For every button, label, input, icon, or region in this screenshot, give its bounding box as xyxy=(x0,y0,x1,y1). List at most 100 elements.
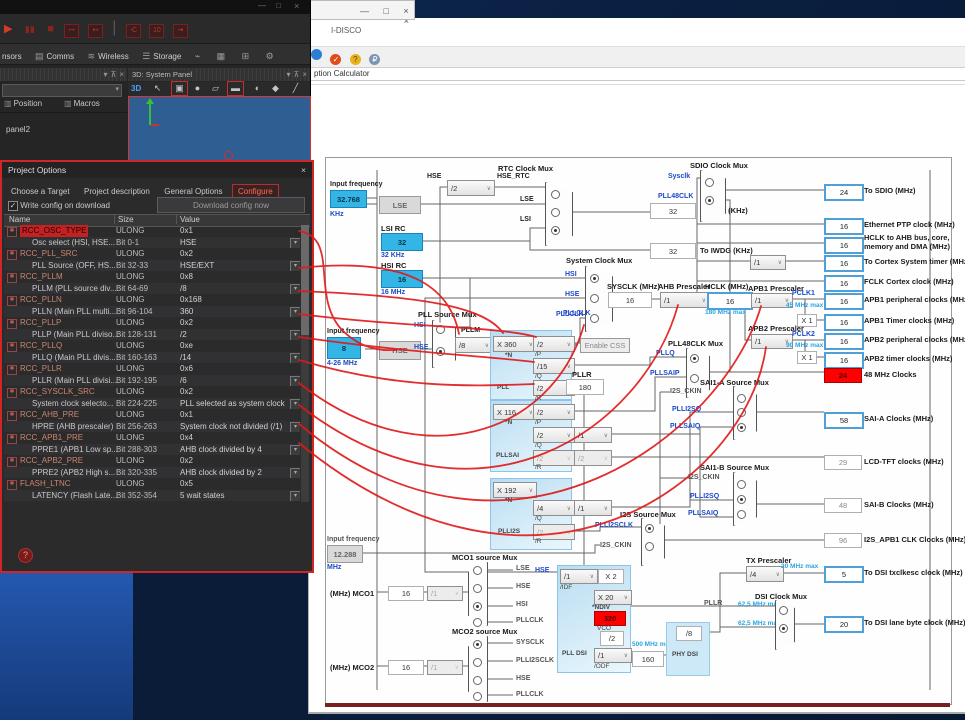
dialog-titlebar[interactable]: Project Options × xyxy=(2,162,312,178)
run-to-cursor-button[interactable]: -C xyxy=(126,24,141,38)
plane-tool-icon[interactable]: ▱ xyxy=(208,82,223,95)
left-panel-menu-icon[interactable]: ▾ xyxy=(103,68,107,81)
sdio-mux-radio-sysclk[interactable] xyxy=(705,178,714,187)
sys-mux-radio-pllclk[interactable] xyxy=(590,314,599,323)
i2s-radio-ckin[interactable] xyxy=(645,542,654,551)
stop-button[interactable]: ■ xyxy=(47,23,54,35)
table-row[interactable]: ✱RCC_PLLQULONG0xe xyxy=(4,340,300,352)
table-row[interactable]: ✱RCC_OSC_TYPEULONG0x1 xyxy=(4,225,300,237)
table-row[interactable]: ✱RCC_SYSCLK_SRCULONG0x2 xyxy=(4,386,300,398)
table-row[interactable]: PPRE2 (APB2 High s...Bit 320-335AHB cloc… xyxy=(4,467,300,479)
iwdg-out-box[interactable]: 32 xyxy=(650,243,696,259)
macros-button[interactable]: ▥Macros xyxy=(64,99,100,108)
table-row[interactable]: ✱RCC_APB2_PREULONG0x2 xyxy=(4,455,300,467)
play-button[interactable]: ▶ xyxy=(4,23,12,35)
pllsrc-radio-hse[interactable] xyxy=(436,347,445,356)
out-saib-box[interactable]: 48 xyxy=(824,498,862,513)
out-eth-box[interactable]: 16 xyxy=(824,218,864,235)
table-row[interactable]: ✱RCC_PLLNULONG0x168 xyxy=(4,294,300,306)
line-tool-icon[interactable]: ╱ xyxy=(288,82,303,95)
out-48mhz-box[interactable]: 24 xyxy=(824,368,862,383)
saia-radio-i2sckin[interactable] xyxy=(737,394,746,403)
sysclk-box[interactable]: 16 xyxy=(608,292,652,308)
dropdown-icon[interactable]: ▾ xyxy=(290,238,300,249)
position-button[interactable]: ▥Position xyxy=(4,99,42,108)
breakpoint-button[interactable]: 10 xyxy=(149,24,164,38)
out-lcd-box[interactable]: 29 xyxy=(824,455,862,470)
dark-minimize-icon[interactable]: — xyxy=(258,1,266,10)
pllsai-q-divider[interactable]: /2∨ xyxy=(533,427,575,443)
left-panel-close-icon[interactable]: × xyxy=(119,68,124,81)
help-icon[interactable]: ? xyxy=(350,54,361,65)
dsi-out-box[interactable]: 160 xyxy=(632,651,664,667)
saib-radio-pllsaiq[interactable] xyxy=(737,510,746,519)
toolbar-item-wireless[interactable]: ≋Wireless xyxy=(88,52,129,61)
3d-viewport[interactable] xyxy=(128,96,311,162)
out-txesc-box[interactable]: 5 xyxy=(824,566,864,583)
run-check-icon[interactable]: ✓ xyxy=(330,54,341,65)
dialog-close-icon[interactable]: × xyxy=(301,162,306,178)
rtc-out-box[interactable]: 32 xyxy=(650,203,696,219)
out-cortex-box[interactable]: 16 xyxy=(824,255,864,272)
saia-radio-plli2sq[interactable] xyxy=(737,408,746,417)
i2s-input-value[interactable]: 12.288 xyxy=(327,545,363,563)
table-row[interactable]: HPRE (AHB prescaler)Bit 256-263System cl… xyxy=(4,421,300,433)
step-over-button[interactable]: ↦ xyxy=(64,24,79,38)
table-row[interactable]: PLLN (Main PLL multi...Bit 96-104360▾ xyxy=(4,306,300,318)
dsi-ndiv[interactable]: X 20∨ xyxy=(594,590,632,605)
col-name[interactable]: Name xyxy=(6,215,30,224)
hclk-box[interactable]: 16 xyxy=(707,292,753,310)
ahb-prescaler[interactable]: /1∨ xyxy=(660,292,710,308)
mco1-radio-pllclk[interactable] xyxy=(473,618,482,627)
sys-mux-radio-hse[interactable] xyxy=(590,294,599,303)
toolbar-item-storage[interactable]: ☰Storage xyxy=(142,52,181,61)
pll-q-divider[interactable]: /15∨ xyxy=(533,358,575,374)
pllsrc-radio-hsi[interactable] xyxy=(436,325,445,334)
connect-icon[interactable] xyxy=(311,49,322,60)
scrollbar-thumb[interactable] xyxy=(301,225,309,335)
table-row[interactable]: PLLM (PLL source div...Bit 64-69/8▾ xyxy=(4,283,300,295)
out-sdio-box[interactable]: 24 xyxy=(824,184,864,201)
mco2-box[interactable]: 16 xyxy=(388,660,424,675)
write-config-checkbox[interactable]: ✓ Write config on download xyxy=(8,201,110,211)
checkbox-box[interactable]: ✓ xyxy=(8,201,18,211)
3d-panel-close-icon[interactable]: × xyxy=(302,68,307,81)
cube-tool-icon[interactable]: ▣ xyxy=(172,82,187,95)
table-row[interactable]: ✱RCC_PLLMULONG0x8 xyxy=(4,271,300,283)
box-tool-icon[interactable]: ▬ xyxy=(228,82,243,95)
table-row[interactable]: ✱RCC_APB1_PREULONG0x4 xyxy=(4,432,300,444)
sys-mux-radio-hsi[interactable] xyxy=(590,274,599,283)
pause-button[interactable]: ▮▮ xyxy=(25,24,35,34)
col-value[interactable]: Value xyxy=(176,215,200,224)
tab-choose-target[interactable]: Choose a Target xyxy=(6,185,75,198)
step-out-button[interactable]: ↤ xyxy=(88,24,103,38)
dsi-radio-phy[interactable] xyxy=(779,624,788,633)
dropdown-icon[interactable]: ▾ xyxy=(290,307,300,318)
dropdown-icon[interactable]: ▾ xyxy=(290,284,300,295)
status-icon[interactable]: ? xyxy=(18,548,33,563)
light-tool-icon[interactable]: ◐ xyxy=(250,82,265,95)
dropdown-icon[interactable]: ▾ xyxy=(290,422,300,433)
pll48-radio-pllq[interactable] xyxy=(690,354,699,363)
out-apb2p-box[interactable]: 16 xyxy=(824,333,864,350)
cortex-divider[interactable]: /1∨ xyxy=(750,255,786,270)
lsi-box[interactable]: 32 xyxy=(381,233,423,251)
cursor-tool-icon[interactable]: ↖ xyxy=(150,82,165,95)
dropdown-icon[interactable]: ▾ xyxy=(290,330,300,341)
3d-panel-pin-icon[interactable]: ⊼ xyxy=(293,68,299,81)
pll-n-multiplier[interactable]: X 360∨ xyxy=(493,336,537,352)
dropdown-icon[interactable]: ▾ xyxy=(290,468,300,479)
i2s-radio-plli2sclk[interactable] xyxy=(645,524,654,533)
mco1-radio-hsi[interactable] xyxy=(473,602,482,611)
hsi-box[interactable]: 16 xyxy=(381,270,423,288)
out-apb1t-box[interactable]: 16 xyxy=(824,314,864,331)
mco2-radio-plli2sclk[interactable] xyxy=(473,658,482,667)
dropdown-icon[interactable]: ▾ xyxy=(290,376,300,387)
minimize-icon[interactable]: — xyxy=(355,6,374,16)
dark-close-icon[interactable]: × xyxy=(294,1,299,11)
enable-css-button[interactable]: Enable CSS xyxy=(580,338,630,353)
saib-radio-plli2sq[interactable] xyxy=(737,495,746,504)
mco1-radio-lse[interactable] xyxy=(473,566,482,575)
table-row[interactable]: PPRE1 (APB1 Low sp...Bit 288-303AHB cloc… xyxy=(4,444,300,456)
dropdown-icon[interactable]: ▾ xyxy=(290,353,300,364)
